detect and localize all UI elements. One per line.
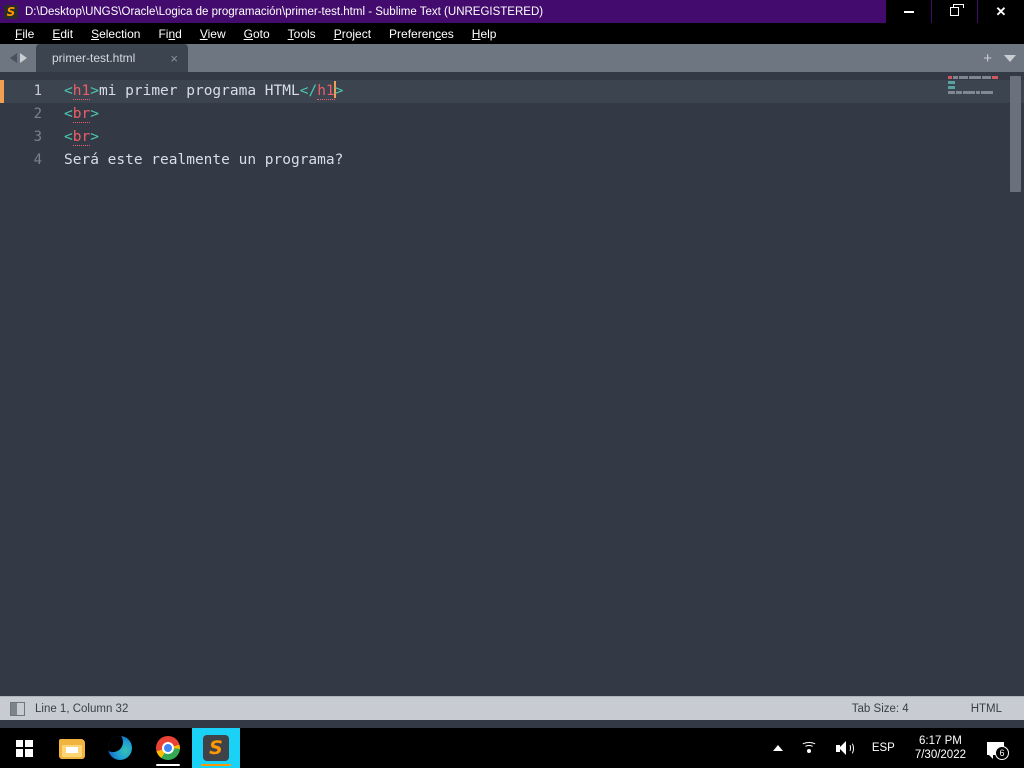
windows-taskbar: S ESP 6:17 PM 7/30/2022 6 [0, 728, 1024, 768]
chevron-down-icon[interactable] [1004, 54, 1016, 62]
menu-project-post: roject [341, 26, 372, 41]
taskbar-sublime-text[interactable]: S [192, 728, 240, 768]
line-number: 3 [33, 129, 42, 145]
menu-file-post: ile [22, 26, 35, 41]
code-editor[interactable]: 1 2 3 4 <h1>mi primer programa HTML</h1>… [0, 72, 1024, 696]
menu-project[interactable]: Project [325, 25, 380, 43]
taskbar-microsoft-edge[interactable] [96, 728, 144, 768]
syntax-label[interactable]: HTML [971, 703, 1002, 715]
menu-help[interactable]: Help [463, 25, 506, 43]
menu-goto-post: oto [252, 26, 270, 41]
menu-selection[interactable]: Selection [82, 25, 149, 43]
clock[interactable]: 6:17 PM 7/30/2022 [904, 734, 977, 762]
new-tab-icon[interactable]: + [983, 51, 992, 66]
menu-find-post: d [175, 26, 182, 41]
menu-selection-post: election [99, 26, 141, 41]
show-desktop-button[interactable] [1016, 728, 1024, 768]
code-content[interactable]: <h1>mi primer programa HTML</h1> <br> <b… [56, 72, 1024, 696]
window-title: D:\Desktop\UNGS\Oracle\Logica de program… [25, 5, 544, 18]
menu-goto[interactable]: Goto [235, 25, 279, 43]
menu-view-mnemonic: V [199, 26, 208, 41]
menu-selection-mnemonic: S [91, 26, 100, 41]
minimap[interactable] [948, 76, 1006, 106]
sublime-logo-icon: S [0, 0, 22, 23]
notifications-button[interactable]: 6 [977, 728, 1016, 768]
menu-find[interactable]: Find [149, 25, 190, 43]
vertical-scrollbar[interactable] [1010, 76, 1021, 192]
menu-preferences-post: es [441, 26, 454, 41]
volume-button[interactable] [827, 728, 863, 768]
scroll-left-icon[interactable] [9, 53, 17, 63]
file-explorer-icon [59, 738, 85, 759]
volume-icon [835, 740, 854, 756]
code-line-1[interactable]: <h1>mi primer programa HTML</h1> [56, 80, 1024, 103]
system-tray: ESP 6:17 PM 7/30/2022 6 [764, 728, 1024, 768]
menu-project-mnemonic: P [333, 26, 342, 41]
sidebar-toggle-icon[interactable] [10, 701, 25, 716]
start-button[interactable] [0, 728, 48, 768]
minimize-button[interactable] [886, 0, 932, 23]
menu-preferences[interactable]: Preferences [380, 25, 463, 43]
tab-scroll-arrows[interactable] [0, 44, 36, 72]
menu-edit[interactable]: Edit [43, 25, 82, 43]
taskbar-file-explorer[interactable] [48, 728, 96, 768]
notification-count: 6 [995, 746, 1009, 760]
clock-date: 7/30/2022 [914, 749, 966, 761]
tab-size-label[interactable]: Tab Size: 4 [852, 703, 909, 715]
microsoft-edge-icon [108, 736, 132, 760]
cursor-position: Line 1, Column 32 [35, 702, 129, 715]
tab-bar-controls: + [983, 44, 1016, 72]
scroll-right-icon[interactable] [19, 53, 27, 63]
menu-file[interactable]: File [6, 25, 43, 43]
show-hidden-icons-button[interactable] [764, 728, 792, 768]
google-chrome-icon [156, 736, 180, 760]
close-icon[interactable]: × [156, 51, 178, 66]
menu-help-post: elp [480, 26, 497, 41]
code-line-4[interactable]: Será este realmente un programa? [56, 149, 1024, 172]
running-indicator [201, 763, 231, 766]
language-indicator[interactable]: ESP [863, 728, 904, 768]
windows-logo-icon [15, 739, 33, 757]
taskbar-google-chrome[interactable] [144, 728, 192, 768]
window-controls: ✕ [886, 0, 1024, 23]
menu-preferences-pre: Preferen [389, 26, 436, 41]
menu-view-post: iew [207, 26, 226, 41]
menu-find-pre: Fi [158, 26, 169, 41]
tab-primer-test-html[interactable]: primer-test.html × [36, 44, 188, 72]
sublime-text-window: S D:\Desktop\UNGS\Oracle\Logica de progr… [0, 0, 1024, 728]
close-button[interactable]: ✕ [978, 0, 1024, 23]
line-number-gutter: 1 2 3 4 [0, 72, 56, 696]
line-number: 2 [33, 106, 42, 122]
menu-tools-post: ools [293, 26, 316, 41]
menu-edit-post: dit [60, 26, 74, 41]
menu-view[interactable]: View [191, 25, 235, 43]
code-line-2[interactable]: <br> [56, 103, 1024, 126]
sublime-logo-letter: S [4, 4, 18, 19]
menu-goto-mnemonic: G [243, 26, 253, 41]
chevron-up-icon [772, 745, 783, 751]
running-indicator [156, 763, 180, 766]
line-number: 4 [33, 152, 42, 168]
clock-time: 6:17 PM [919, 735, 962, 747]
menu-tools[interactable]: Tools [279, 25, 325, 43]
tab-label: primer-test.html [52, 51, 136, 65]
taskbar-apps: S [48, 728, 240, 768]
network-button[interactable] [792, 728, 827, 768]
status-bar-right: Tab Size: 4 HTML [852, 703, 1024, 715]
status-bar: Line 1, Column 32 Tab Size: 4 HTML [0, 696, 1024, 720]
maximize-restore-button[interactable] [932, 0, 978, 23]
menu-bar: File Edit Selection Find View Goto Tools… [0, 23, 1024, 44]
tab-bar: primer-test.html × + [0, 44, 1024, 72]
line-number: 1 [0, 80, 56, 103]
sublime-text-icon: S [203, 735, 229, 761]
code-line-3[interactable]: <br> [56, 126, 1024, 149]
title-bar: S D:\Desktop\UNGS\Oracle\Logica de progr… [0, 0, 1024, 23]
wifi-icon [801, 741, 818, 755]
